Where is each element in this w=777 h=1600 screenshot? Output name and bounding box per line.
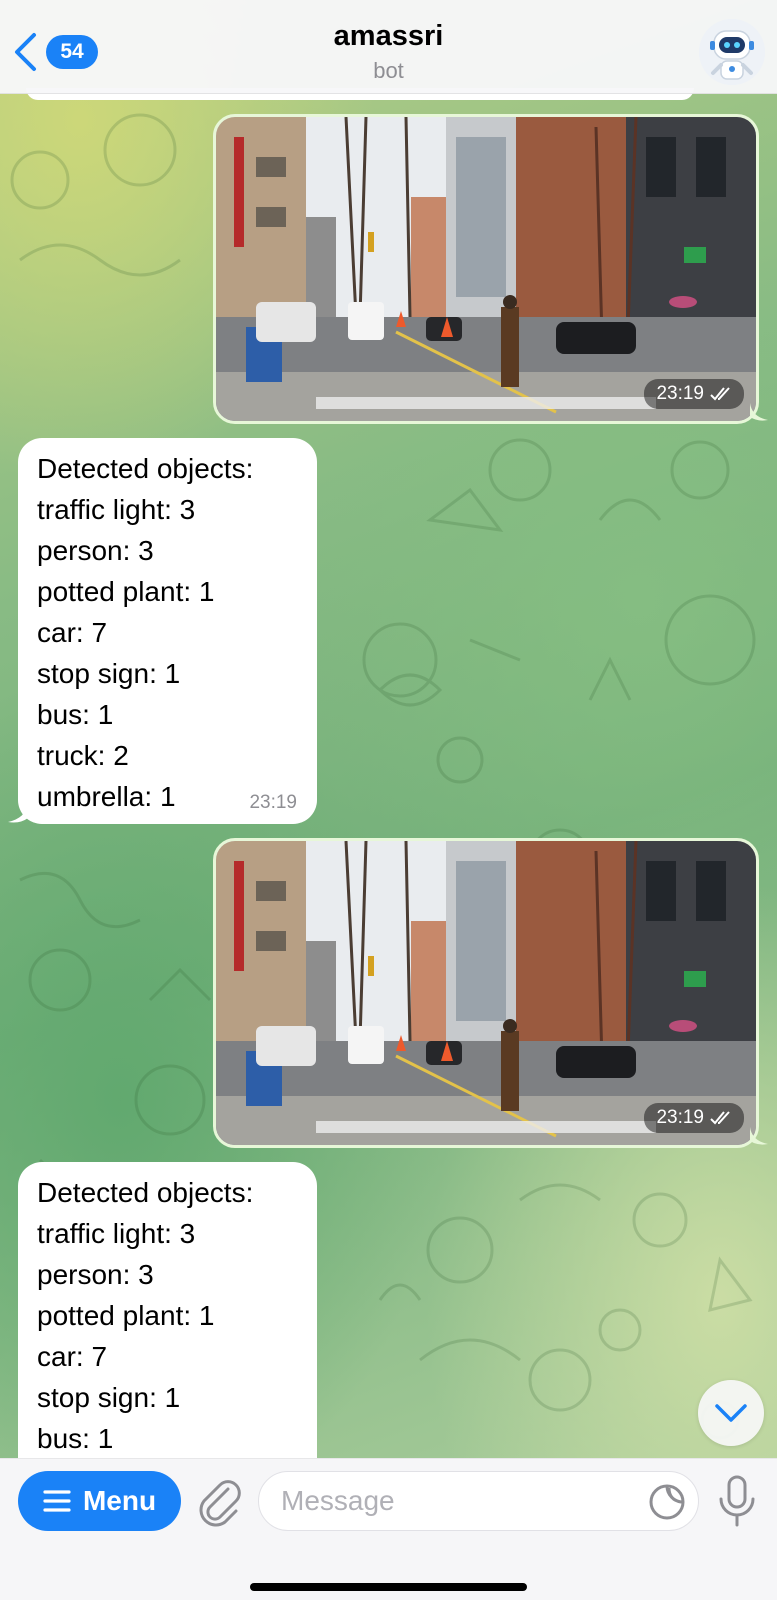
- chat-title[interactable]: amassri: [0, 20, 777, 53]
- double-check-icon: [710, 1111, 730, 1125]
- home-indicator: [250, 1583, 527, 1591]
- message-line: bus: 1: [37, 699, 114, 730]
- chat-header: 54 amassri bot: [0, 0, 777, 94]
- message-input-bar: Menu: [0, 1458, 777, 1600]
- chat-subtitle: bot: [373, 58, 404, 83]
- message-line: stop sign: 1: [37, 1382, 181, 1413]
- chevron-down-icon: [715, 1404, 747, 1422]
- robot-avatar-icon: [699, 19, 765, 85]
- message-line: potted plant: 1: [37, 576, 215, 607]
- message-field[interactable]: [258, 1471, 699, 1531]
- message-line: Detected objects:: [37, 453, 254, 484]
- incoming-message[interactable]: Detected objects: traffic light: 3 perso…: [18, 1162, 317, 1482]
- bot-avatar[interactable]: [699, 19, 765, 85]
- message-line: Detected objects:: [37, 1177, 254, 1208]
- bubble-tail: [750, 1127, 768, 1145]
- street-photo: [216, 841, 756, 1145]
- bubble-tail: [750, 403, 768, 421]
- message-timestamp: 23:19: [249, 792, 297, 813]
- message-line: potted plant: 1: [37, 1300, 215, 1331]
- message-line: truck: 2: [37, 740, 129, 771]
- message-line: traffic light: 3: [37, 494, 196, 525]
- message-line: car: 7: [37, 1341, 108, 1372]
- message-line: bus: 1: [37, 1423, 114, 1454]
- photo-message[interactable]: 23:19: [213, 114, 759, 424]
- message-line: person: 3: [37, 535, 154, 566]
- photo-timestamp: 23:19: [644, 379, 744, 409]
- message-line: traffic light: 3: [37, 1218, 196, 1249]
- menu-label: Menu: [82, 1485, 157, 1516]
- scroll-down-button[interactable]: [698, 1380, 764, 1446]
- sticker-icon[interactable]: [648, 1483, 686, 1521]
- incoming-message[interactable]: Detected objects: traffic light: 3 perso…: [18, 438, 317, 824]
- photo-timestamp: 23:19: [644, 1103, 744, 1133]
- double-check-icon: [710, 387, 730, 401]
- message-line: stop sign: 1: [37, 658, 181, 689]
- time-label: 23:19: [656, 1107, 704, 1128]
- time-label: 23:19: [656, 383, 704, 404]
- message-line: car: 7: [37, 617, 108, 648]
- message-line: person: 3: [37, 1259, 154, 1290]
- photo-message[interactable]: 23:19: [213, 838, 759, 1148]
- street-photo: [216, 117, 756, 421]
- message-input[interactable]: [281, 1472, 621, 1530]
- microphone-icon[interactable]: [715, 1473, 759, 1529]
- bubble-tail: [8, 803, 28, 823]
- menu-icon: [43, 1490, 71, 1512]
- paperclip-icon[interactable]: [196, 1475, 244, 1527]
- menu-button[interactable]: Menu: [18, 1471, 181, 1531]
